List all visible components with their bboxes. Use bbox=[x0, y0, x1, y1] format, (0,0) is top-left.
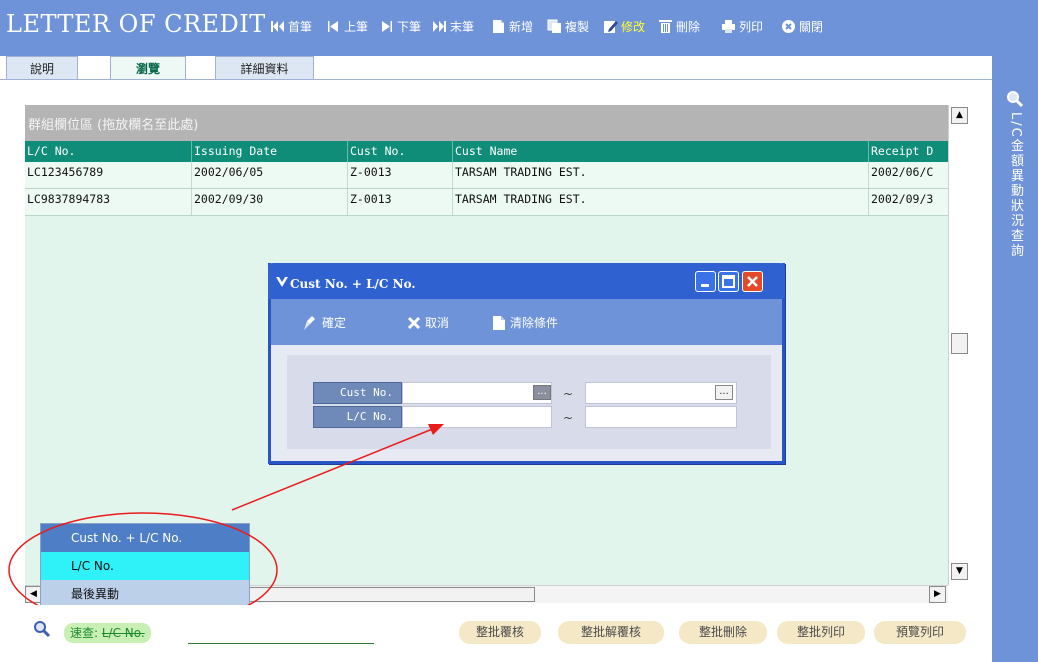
tab-browse[interactable]: 瀏覽 bbox=[110, 56, 186, 80]
side-panel[interactable]: L/C金額異動狀況查詢 bbox=[992, 56, 1038, 662]
close-window-button[interactable] bbox=[742, 271, 763, 292]
query-dialog: Cust No. + L/C No. 確定 取消 清除條件 Cust No. .… bbox=[268, 263, 785, 464]
maximize-button[interactable] bbox=[718, 271, 739, 292]
scroll-right-button[interactable]: ▶ bbox=[929, 586, 946, 603]
cell-issuing-date: 2002/09/30 bbox=[192, 189, 348, 215]
print-preview-button[interactable]: 預覽列印 bbox=[874, 621, 966, 644]
scroll-up-button[interactable]: ▲ bbox=[951, 107, 968, 124]
range-separator: ~ bbox=[563, 387, 574, 401]
document-icon bbox=[491, 315, 507, 331]
add-button[interactable]: 新增 bbox=[491, 17, 533, 35]
maximize-icon bbox=[722, 275, 735, 288]
lc-no-to-input[interactable] bbox=[585, 406, 737, 428]
confirm-button[interactable]: 確定 bbox=[303, 314, 346, 331]
edit-icon bbox=[603, 19, 618, 34]
top-toolbar: LETTER OF CREDIT 首筆 上筆 下筆 末筆 新增 複製 修改 刪除… bbox=[0, 0, 1038, 56]
next-record-button[interactable]: 下筆 bbox=[379, 17, 421, 35]
close-circle-icon bbox=[781, 19, 796, 34]
batch-approve-button[interactable]: 整批覆核 bbox=[459, 621, 541, 644]
cell-cust-no: Z-0013 bbox=[348, 162, 453, 188]
printer-icon bbox=[721, 19, 736, 34]
cancel-button[interactable]: 取消 bbox=[406, 314, 449, 331]
next-record-icon bbox=[379, 19, 394, 34]
lc-no-label: L/C No. bbox=[313, 406, 402, 428]
app-logo-icon bbox=[276, 276, 288, 288]
dialog-form: Cust No. ... ~ ... L/C No. ~ bbox=[287, 355, 771, 449]
cell-receipt-date: 2002/09/3 bbox=[871, 192, 934, 206]
cell-receipt-date: 2002/06/C bbox=[871, 165, 934, 179]
search-icon[interactable] bbox=[33, 620, 51, 638]
column-header-cust-no[interactable]: Cust No. bbox=[348, 141, 453, 162]
confirm-icon bbox=[303, 315, 319, 331]
cell-cust-name: TARSAM TRADING EST. bbox=[453, 162, 869, 188]
quick-search-dropdown: Cust No. + L/C No. L/C No. 最後異動 bbox=[40, 523, 250, 609]
column-header-receipt-date[interactable]: Receipt D bbox=[869, 141, 948, 162]
lc-no-from-input[interactable] bbox=[402, 406, 552, 428]
cell-lc-no: LC123456789 bbox=[25, 162, 192, 188]
close-button[interactable]: 關閉 bbox=[781, 17, 823, 35]
close-icon bbox=[747, 276, 758, 287]
dropdown-option-cust-lc[interactable]: Cust No. + L/C No. bbox=[41, 524, 249, 552]
cust-no-from-lookup-button[interactable]: ... bbox=[533, 385, 551, 400]
column-header-cust-name[interactable]: Cust Name bbox=[453, 141, 869, 162]
tab-details[interactable]: 詳細資料 bbox=[215, 56, 314, 80]
quick-search-label[interactable]: 速查: L/C No. bbox=[64, 623, 151, 643]
dialog-title-bar[interactable]: Cust No. + L/C No. bbox=[268, 263, 785, 299]
quick-search-input[interactable] bbox=[188, 624, 374, 644]
quick-search-field: L/C No. bbox=[101, 626, 145, 640]
cust-no-from-input[interactable] bbox=[402, 382, 552, 404]
cancel-x-icon bbox=[406, 315, 422, 331]
cell-issuing-date: 2002/06/05 bbox=[192, 162, 348, 188]
app-title: LETTER OF CREDIT bbox=[6, 10, 266, 38]
dialog-title: Cust No. + L/C No. bbox=[290, 277, 416, 291]
vertical-scrollbar[interactable]: ▲ ▼ bbox=[948, 105, 969, 585]
batch-unapprove-button[interactable]: 整批解覆核 bbox=[558, 621, 664, 644]
copy-button[interactable]: 複製 bbox=[547, 17, 589, 35]
edit-button[interactable]: 修改 bbox=[603, 17, 645, 35]
cust-no-label: Cust No. bbox=[313, 382, 402, 404]
group-drop-area[interactable]: 群組欄位區 (拖放欄名至此處) bbox=[25, 105, 948, 141]
delete-button[interactable]: 刪除 bbox=[658, 17, 700, 35]
minimize-icon bbox=[701, 284, 709, 287]
dropdown-option-lc-no[interactable]: L/C No. bbox=[41, 552, 249, 580]
previous-record-button[interactable]: 上筆 bbox=[326, 17, 368, 35]
first-record-button[interactable]: 首筆 bbox=[270, 17, 312, 35]
cust-no-to-lookup-button[interactable]: ... bbox=[715, 385, 733, 400]
table-row[interactable]: LC9837894783 2002/09/30 Z-0013 TARSAM TR… bbox=[25, 189, 948, 216]
vertical-scroll-thumb[interactable] bbox=[951, 333, 968, 354]
new-document-icon bbox=[491, 19, 506, 34]
cell-cust-name: TARSAM TRADING EST. bbox=[453, 189, 869, 215]
cell-cust-no: Z-0013 bbox=[348, 189, 453, 215]
column-header-issuing-date[interactable]: Issuing Date bbox=[192, 141, 348, 162]
copy-icon bbox=[547, 19, 562, 34]
previous-record-icon bbox=[326, 19, 341, 34]
last-record-button[interactable]: 末筆 bbox=[432, 17, 474, 35]
column-header-lc-no[interactable]: L/C No. bbox=[25, 141, 192, 162]
clear-conditions-button[interactable]: 清除條件 bbox=[491, 314, 558, 331]
dialog-toolbar: 確定 取消 清除條件 bbox=[271, 299, 782, 345]
first-record-icon bbox=[270, 19, 285, 34]
grid-header: L/C No. Issuing Date Cust No. Cust Name … bbox=[25, 141, 948, 162]
magnifier-icon bbox=[1006, 90, 1024, 108]
cell-lc-no: LC9837894783 bbox=[25, 189, 192, 215]
print-button[interactable]: 列印 bbox=[721, 17, 763, 35]
trash-icon bbox=[658, 19, 673, 34]
table-row[interactable]: LC123456789 2002/06/05 Z-0013 TARSAM TRA… bbox=[25, 162, 948, 189]
tab-description[interactable]: 說明 bbox=[6, 56, 78, 80]
batch-print-button[interactable]: 整批列印 bbox=[777, 621, 865, 644]
dropdown-option-last-change[interactable]: 最後異動 bbox=[41, 580, 249, 608]
last-record-icon bbox=[432, 19, 447, 34]
batch-delete-button[interactable]: 整批刪除 bbox=[679, 621, 767, 644]
tab-divider bbox=[0, 79, 992, 80]
minimize-button[interactable] bbox=[695, 271, 716, 292]
scroll-down-button[interactable]: ▼ bbox=[951, 563, 968, 580]
side-panel-label: L/C金額異動狀況查詢 bbox=[1008, 112, 1023, 259]
range-separator: ~ bbox=[563, 411, 574, 425]
horizontal-scroll-thumb[interactable] bbox=[235, 587, 535, 602]
